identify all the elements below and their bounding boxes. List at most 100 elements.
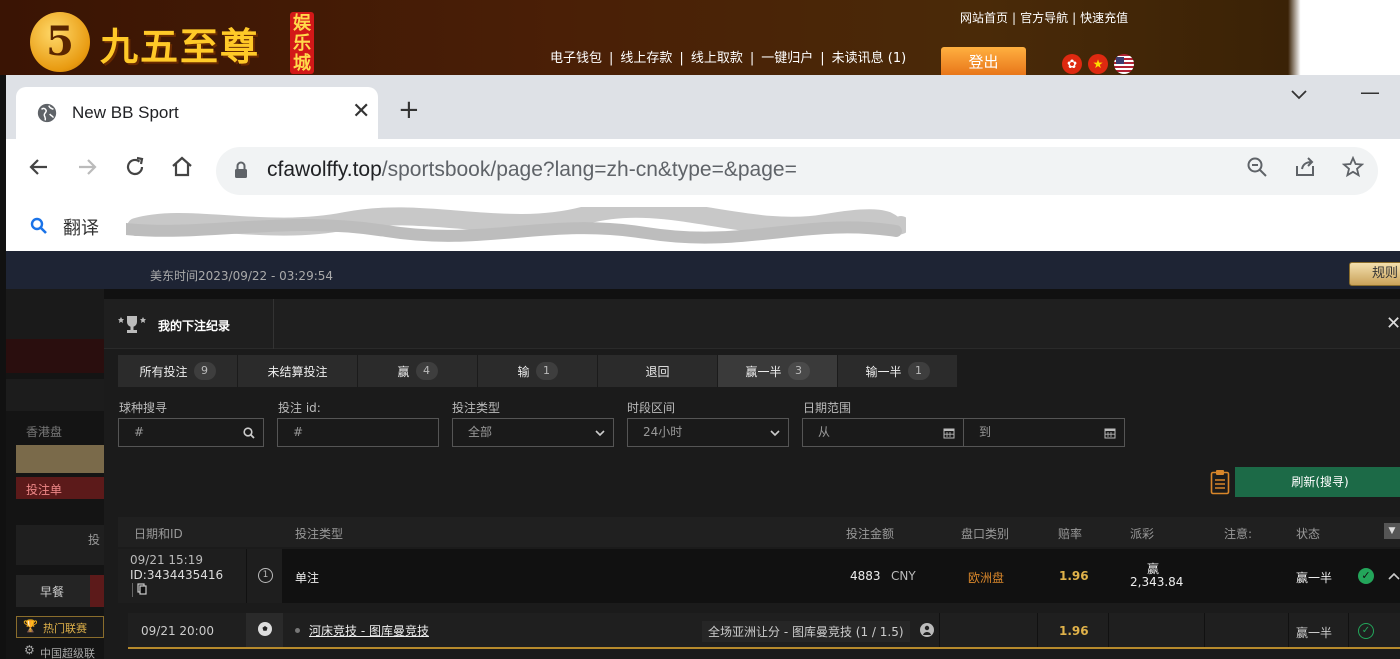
col-market: 盘口类别	[961, 527, 1010, 541]
col-odds: 赔率	[1058, 527, 1083, 541]
table-row[interactable]: 09/21 15:19 ID:3434435416 1 单注 4883 CNY …	[118, 549, 1400, 603]
col-note: 注意:	[1224, 527, 1253, 541]
leg-status: 赢一半	[1296, 626, 1333, 640]
site-logo-icon[interactable]: 5	[30, 12, 90, 72]
period-select[interactable]: 24小时	[627, 418, 789, 447]
tab-close-icon[interactable]: ✕	[352, 99, 370, 124]
refresh-search-button[interactable]: 刷新(搜寻)	[1235, 467, 1400, 497]
count-badge: 3	[787, 362, 810, 380]
period-label: 时段区间	[627, 401, 676, 415]
zoom-icon[interactable]	[1241, 155, 1273, 187]
tab-win[interactable]: 赢4	[358, 355, 478, 387]
chevron-down-icon	[595, 419, 605, 447]
bet-date: 09/21 15:19	[130, 553, 203, 567]
search-icon[interactable]	[30, 217, 48, 235]
account-nav: 电子钱包 | 线上存款 | 线上取款 | 一键归户 | 未读讯息 (1)	[550, 51, 907, 66]
chevron-down-icon	[770, 419, 780, 447]
odds-format-bar[interactable]	[16, 445, 104, 473]
tab-half-win[interactable]: 赢一半 3	[718, 355, 838, 387]
hot-league-header[interactable]: 🏆 热门联赛	[16, 616, 104, 638]
tab-unsettled[interactable]: 未结算投注	[238, 355, 358, 387]
modal-title: 我的下注纪录	[158, 319, 231, 333]
flag-hk-icon[interactable]: ✿	[1062, 54, 1082, 74]
tab-search-chevron-icon[interactable]	[1290, 85, 1308, 106]
minimize-icon[interactable]: —	[1360, 80, 1380, 104]
search-icon[interactable]	[243, 419, 255, 449]
tab-title: New BB Sport	[72, 103, 179, 122]
soccer-ball-icon	[258, 622, 272, 636]
logout-button[interactable]: 登出	[941, 47, 1026, 75]
bet-type-label: 投注类型	[452, 401, 501, 415]
tab-all-bets[interactable]: 所有投注 9	[118, 355, 238, 387]
share-icon[interactable]	[1289, 155, 1321, 187]
tab-half-lose[interactable]: 输一半 1	[838, 355, 958, 387]
bookmark-star-icon[interactable]	[1337, 155, 1369, 187]
sportsbook-topbar: 美东时间2023/09/22 - 03:29:54 规则	[6, 251, 1400, 289]
leg-count-cell: 1	[246, 549, 282, 603]
live-stream-icon[interactable]	[920, 623, 934, 637]
bet-slip-button[interactable]: 投注单	[16, 477, 104, 499]
list-item[interactable]: 09/21 20:00 河床竞技 - 图库曼竞技 全场亚洲让分 - 图库曼竞技 …	[128, 613, 1400, 649]
browser-toolbar: cfawolffy.top/sportsbook/page?lang=zh-cn…	[6, 139, 1400, 203]
date-to-input[interactable]: 到	[963, 418, 1125, 447]
modal-close-icon[interactable]: ✕	[1386, 313, 1400, 334]
nav-withdraw[interactable]: 线上取款	[691, 51, 743, 66]
date-from-input[interactable]: 从	[802, 418, 964, 447]
nav-wallet[interactable]: 电子钱包	[550, 51, 602, 66]
sportsbook-left-panel: 香港盘 投注单 投 早餐 🏆 热门联赛 ⚙ 中国超级联	[6, 289, 104, 659]
modal-header: 我的下注纪录 ✕	[104, 299, 1400, 349]
lock-icon[interactable]	[234, 161, 248, 179]
match-link[interactable]: 河床竞技 - 图库曼竞技	[309, 622, 429, 639]
bet-slip-panel: 投	[16, 525, 104, 565]
date-range-label: 日期范围	[803, 401, 852, 415]
back-icon[interactable]	[23, 155, 55, 187]
top-link-home[interactable]: 网站首页	[960, 11, 1008, 25]
bet-date-id-cell: 09/21 15:19 ID:3434435416	[118, 549, 246, 603]
bet-type-select[interactable]: 全部	[452, 418, 614, 447]
site-logo-tag: 娱乐城	[290, 12, 314, 74]
site-logo-text[interactable]: 九五至尊	[100, 16, 260, 71]
calendar-icon[interactable]	[1104, 419, 1116, 449]
count-badge: 4	[415, 362, 438, 380]
sport-search-input[interactable]: #	[118, 418, 264, 447]
url-text[interactable]: cfawolffy.top/sportsbook/page?lang=zh-cn…	[267, 158, 797, 182]
bookmark-translate[interactable]: 翻译	[63, 214, 99, 240]
nav-deposit[interactable]: 线上存款	[620, 51, 672, 66]
top-link-recharge[interactable]: 快速充值	[1080, 11, 1128, 25]
bet-market: 欧洲盘	[968, 571, 1005, 585]
modal-title-cell: 我的下注纪录	[104, 299, 274, 349]
nav-consolidate[interactable]: 一键归户	[761, 51, 813, 66]
new-tab-icon[interactable]: +	[398, 97, 420, 123]
calendar-icon[interactable]	[943, 419, 955, 449]
bet-filter-tabs: 所有投注 9 未结算投注 赢4 输1 退回 赢一半 3 输一半 1	[118, 355, 958, 387]
odds-format-label[interactable]: 香港盘	[16, 423, 104, 440]
early-market-tab[interactable]: 早餐	[16, 575, 104, 607]
bet-status: 赢一半	[1296, 571, 1333, 585]
collapse-chevron-icon[interactable]	[1388, 572, 1400, 580]
rules-button[interactable]: 规则	[1349, 262, 1400, 286]
home-icon[interactable]	[166, 155, 198, 187]
flag-cn-icon[interactable]: ★	[1088, 54, 1108, 74]
clipboard-icon[interactable]	[1210, 469, 1230, 495]
tab-lose[interactable]: 输1	[478, 355, 598, 387]
bet-id-input[interactable]: #	[277, 418, 439, 447]
flag-us-icon[interactable]	[1114, 54, 1134, 74]
leg-sport-cell	[246, 613, 283, 647]
reload-icon[interactable]	[119, 155, 151, 187]
bet-id-label: 投注 id:	[278, 401, 321, 415]
site-header: 5 九五至尊 娱乐城 网站首页 | 官方导航 | 快速充值 电子钱包 | 线上存款 | 线上取款…	[0, 0, 1400, 75]
forward-icon[interactable]	[71, 155, 103, 187]
top-link-nav[interactable]: 官方导航	[1020, 11, 1068, 25]
tab-refund[interactable]: 退回	[598, 355, 718, 387]
league-item-csl[interactable]: ⚙ 中国超级联	[16, 641, 104, 659]
leg-dot	[295, 628, 300, 633]
redaction-scribble	[126, 207, 906, 244]
copy-icon[interactable]	[132, 583, 147, 597]
col-bet-type: 投注类型	[295, 527, 344, 541]
nav-messages[interactable]: 未读讯息 (1)	[832, 51, 907, 66]
leg-count: 1	[258, 568, 273, 583]
expand-all-icon[interactable]: ▼	[1384, 523, 1400, 539]
browser-tab[interactable]: New BB Sport ✕	[16, 87, 378, 139]
address-bar[interactable]: cfawolffy.top/sportsbook/page?lang=zh-cn…	[216, 147, 1378, 195]
leg-odds: 1.96	[1059, 624, 1089, 638]
